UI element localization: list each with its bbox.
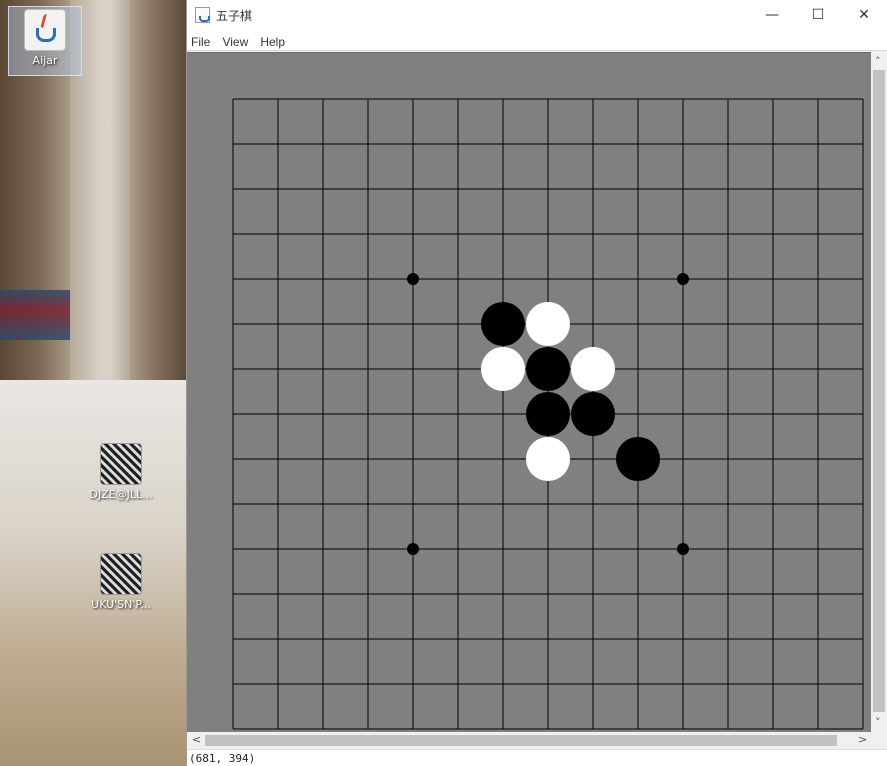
desktop-icon-label: Aijar [32, 54, 58, 67]
cursor-coordinates: (681, 394) [189, 752, 256, 765]
gomoku-window: 五子棋 — ☐ ✕ File View Help ˄ ˅ < > (681, 3… [186, 0, 887, 766]
menu-bar: File View Help [187, 31, 887, 51]
star-point [677, 273, 689, 285]
horizontal-scroll-thumb[interactable] [205, 735, 837, 746]
white-stone [481, 347, 525, 391]
close-button[interactable]: ✕ [841, 0, 887, 31]
white-stone [571, 347, 615, 391]
menu-help[interactable]: Help [256, 33, 288, 49]
black-stone [616, 437, 660, 481]
white-stone [526, 302, 570, 346]
scroll-left-arrow-icon[interactable]: < [192, 733, 201, 746]
java-icon [24, 9, 66, 51]
status-bar: (681, 394) [187, 749, 887, 766]
star-point [677, 543, 689, 555]
desktop-icon-aijar[interactable]: Aijar [8, 6, 82, 76]
black-stone [526, 392, 570, 436]
desktop-icon-label: DJZE@JLL... [89, 488, 153, 501]
gomoku-board[interactable] [187, 53, 872, 732]
menu-view[interactable]: View [218, 33, 251, 49]
file-icon [100, 553, 142, 595]
menu-file[interactable]: File [187, 33, 213, 49]
black-stone [571, 392, 615, 436]
scroll-up-arrow-icon[interactable]: ˄ [875, 55, 881, 68]
desktop-icon-uku[interactable]: UKU'SN'P... [84, 553, 158, 611]
star-point [407, 543, 419, 555]
vertical-scroll-thumb[interactable] [873, 70, 885, 712]
vertical-scrollbar[interactable]: ˄ ˅ [871, 52, 887, 732]
file-icon [100, 443, 142, 485]
scroll-down-arrow-icon[interactable]: ˅ [875, 716, 881, 729]
white-stone [526, 437, 570, 481]
black-stone [481, 302, 525, 346]
window-title: 五子棋 [216, 9, 253, 23]
maximize-button[interactable]: ☐ [795, 0, 841, 31]
star-point [407, 273, 419, 285]
desktop-icon-label: UKU'SN'P... [91, 598, 151, 611]
java-icon [195, 7, 210, 23]
minimize-button[interactable]: — [749, 0, 795, 31]
horizontal-scrollbar[interactable]: < > [187, 732, 871, 749]
board-area[interactable] [187, 52, 872, 732]
black-stone [526, 347, 570, 391]
title-bar[interactable]: 五子棋 — ☐ ✕ [187, 0, 887, 31]
scroll-right-arrow-icon[interactable]: > [858, 733, 867, 746]
desktop-icon-djze[interactable]: DJZE@JLL... [84, 443, 158, 501]
background-banner [0, 290, 70, 340]
